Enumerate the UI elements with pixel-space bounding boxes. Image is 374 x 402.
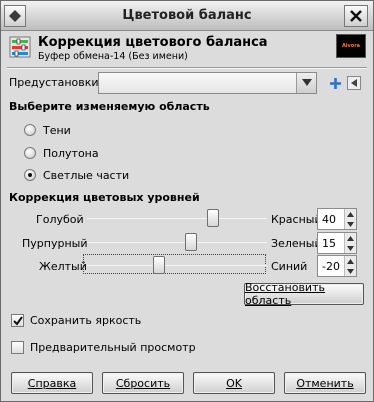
close-icon: [350, 10, 362, 22]
ok-button[interactable]: OK: [193, 372, 275, 394]
reset-button-label: Сбросить: [115, 376, 171, 390]
dialog-window: Цветовой баланс Коррекция цветового бала…: [0, 0, 374, 402]
yellow-blue-value: -20: [322, 260, 340, 273]
close-button[interactable]: [344, 5, 368, 27]
cyan-red-slider-thumb[interactable]: [207, 209, 219, 227]
cyan-red-spinbutton[interactable]: 40: [317, 208, 357, 230]
reset-range-button-label: Восстановить область: [245, 281, 325, 307]
cancel-button-label: Отменить: [296, 376, 354, 390]
yellow-label: Желтый: [39, 260, 87, 273]
range-heading: Выберите изменяемую область: [9, 100, 210, 113]
yellow-blue-slider-thumb[interactable]: [153, 256, 165, 274]
spin-arrows[interactable]: [344, 209, 356, 229]
presets-dropdown[interactable]: [98, 72, 317, 94]
spin-down-icon[interactable]: [347, 268, 354, 274]
ok-button-label: OK: [226, 376, 242, 390]
add-preset-button[interactable]: [328, 76, 342, 90]
title-bar: Цветовой баланс: [1, 1, 373, 31]
radio-shadows[interactable]: [24, 124, 36, 136]
magenta-green-slider[interactable]: [87, 242, 267, 243]
plus-icon: [329, 77, 341, 89]
yellow-blue-slider[interactable]: [87, 265, 267, 266]
preset-menu-button[interactable]: [347, 76, 361, 90]
header-title: Коррекция цветового баланса: [38, 35, 268, 50]
preview-label[interactable]: Предварительный просмотр: [30, 341, 196, 354]
spin-down-icon[interactable]: [347, 245, 354, 251]
spin-up-icon[interactable]: [347, 235, 354, 241]
levels-heading: Коррекция цветовых уровней: [9, 191, 200, 204]
radio-highlights-label[interactable]: Светлые части: [43, 169, 129, 182]
magenta-label: Пурпурный: [22, 237, 88, 250]
presets-label: Предустановки:: [9, 76, 103, 89]
checkmark-icon: [13, 316, 23, 326]
spin-up-icon[interactable]: [347, 258, 354, 264]
thumbnail-logo: Aivora: [341, 43, 361, 49]
cyan-red-value: 40: [322, 213, 336, 226]
magenta-green-slider-thumb[interactable]: [184, 233, 197, 251]
yellow-blue-spinbutton[interactable]: -20: [317, 255, 357, 277]
chevron-down-icon: [301, 79, 312, 86]
image-thumbnail: Aivora: [336, 34, 366, 58]
help-button[interactable]: Справка: [11, 372, 93, 394]
reset-button[interactable]: Сбросить: [102, 372, 184, 394]
spin-arrows[interactable]: [344, 233, 356, 253]
window-title: Цветовой баланс: [122, 8, 252, 23]
dropdown-arrow[interactable]: [296, 73, 316, 93]
triangle-left-icon: [351, 79, 357, 87]
spin-down-icon[interactable]: [347, 221, 354, 227]
header-subtitle: Буфер обмена-14 (Без имени): [38, 51, 188, 62]
reset-range-button[interactable]: Восстановить область: [244, 281, 364, 307]
radio-midtones-label[interactable]: Полутона: [43, 147, 99, 160]
slider-focus-outline: [83, 254, 266, 274]
spin-arrows[interactable]: [344, 256, 356, 276]
radio-highlights[interactable]: [24, 169, 36, 181]
magenta-green-value: 15: [322, 237, 336, 250]
magenta-green-spinbutton[interactable]: 15: [317, 232, 357, 254]
preview-checkbox[interactable]: [11, 341, 24, 354]
cyan-label: Голубой: [36, 213, 84, 226]
radio-midtones[interactable]: [24, 147, 36, 159]
cancel-button[interactable]: Отменить: [284, 372, 366, 394]
radio-shadows-label[interactable]: Тени: [43, 124, 71, 137]
green-label: Зеленый: [271, 237, 322, 250]
dialog-header: Коррекция цветового баланса Буфер обмена…: [1, 32, 373, 66]
preserve-luminosity-label[interactable]: Сохранить яркость: [30, 314, 141, 327]
help-button-label: Справка: [27, 376, 77, 390]
color-balance-icon: [9, 36, 31, 58]
divider: [7, 67, 367, 69]
blue-label: Синий: [271, 260, 308, 273]
preserve-luminosity-checkbox[interactable]: [11, 314, 24, 327]
cyan-red-slider[interactable]: [87, 218, 267, 219]
red-label: Красный: [271, 213, 322, 226]
spin-up-icon[interactable]: [347, 211, 354, 217]
